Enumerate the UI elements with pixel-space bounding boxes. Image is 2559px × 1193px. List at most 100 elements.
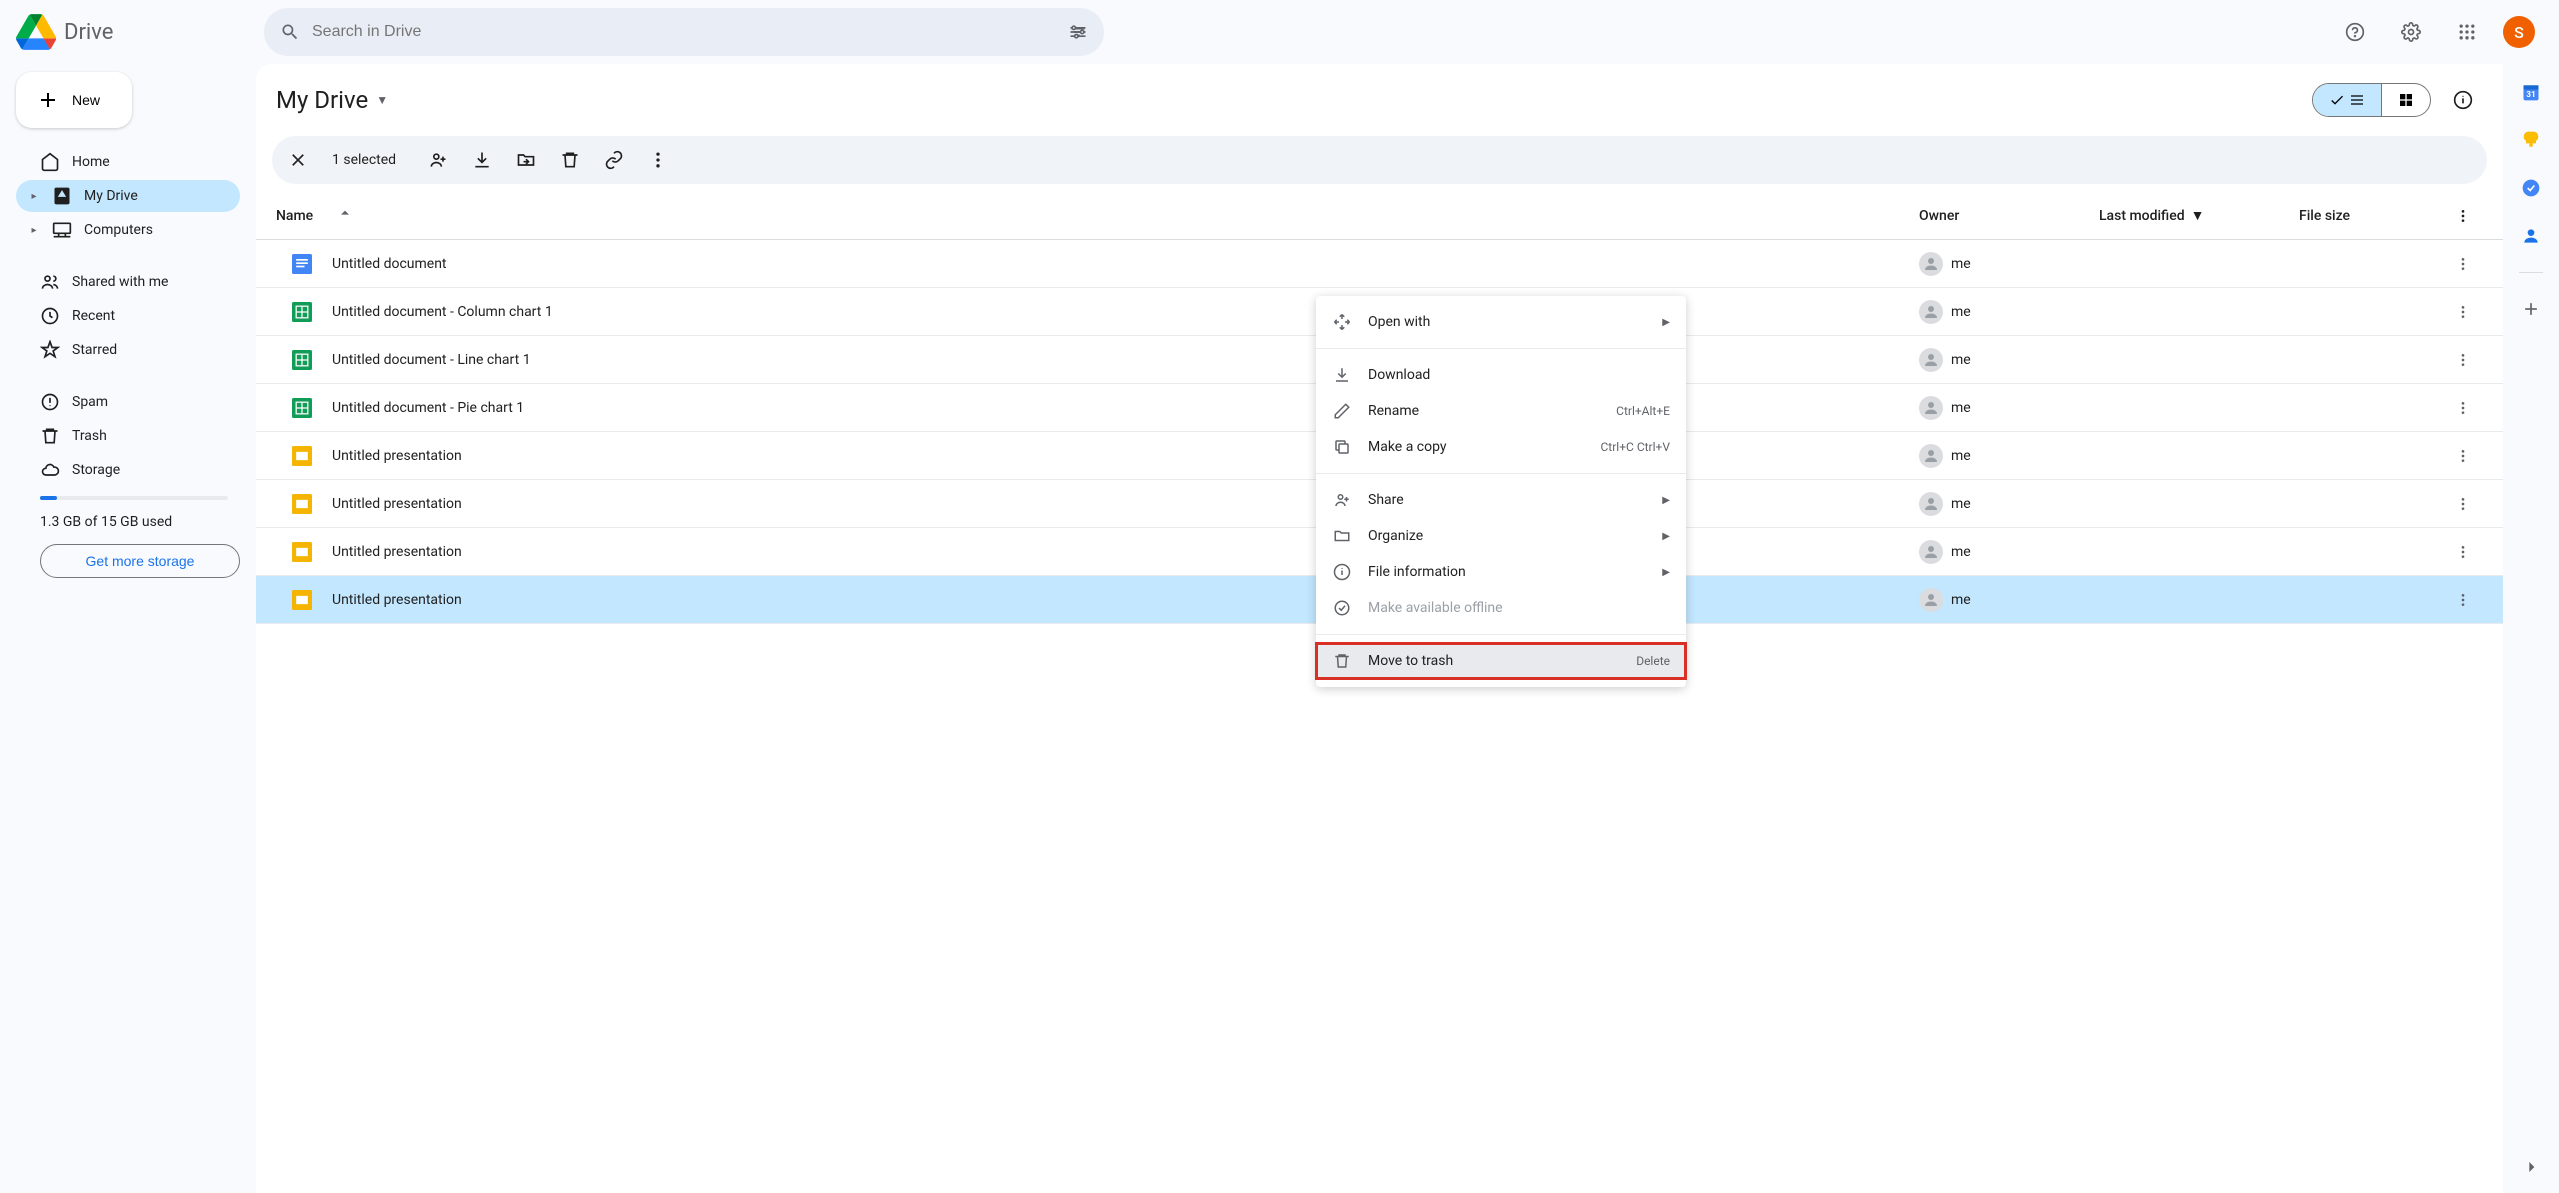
list-icon xyxy=(2349,92,2365,108)
sidebar-item-storage[interactable]: Storage xyxy=(16,454,240,486)
file-owner: me xyxy=(1919,492,2099,516)
owner-avatar-icon xyxy=(1919,540,1943,564)
link-icon xyxy=(604,150,624,170)
download-action-button[interactable] xyxy=(472,150,492,170)
tasks-panel-button[interactable] xyxy=(2519,176,2543,200)
check-icon xyxy=(2329,92,2345,108)
star-icon xyxy=(40,340,60,360)
more-vert-icon xyxy=(648,150,668,170)
side-panel: 31 xyxy=(2503,64,2559,1193)
person-add-icon xyxy=(428,150,448,170)
expand-icon[interactable]: ▸ xyxy=(28,225,40,236)
dropdown-icon: ▼ xyxy=(2191,207,2205,224)
file-type-icon xyxy=(292,350,316,370)
keep-icon xyxy=(2521,130,2541,150)
sidebar-item-mydrive[interactable]: ▸My Drive xyxy=(16,180,240,212)
get-storage-button[interactable]: Get more storage xyxy=(40,544,240,578)
file-more-button[interactable] xyxy=(2439,544,2487,560)
submenu-arrow-icon: ▶ xyxy=(1662,317,1670,328)
file-owner: me xyxy=(1919,348,2099,372)
sidebar-item-recent[interactable]: Recent xyxy=(16,300,240,332)
calendar-panel-button[interactable]: 31 xyxy=(2519,80,2543,104)
sort-arrow-icon[interactable] xyxy=(337,208,353,224)
contacts-icon xyxy=(2521,226,2541,246)
collapse-panel-button[interactable] xyxy=(2521,1157,2541,1177)
keep-panel-button[interactable] xyxy=(2519,128,2543,152)
search-bar[interactable] xyxy=(264,8,1104,56)
file-more-button[interactable] xyxy=(2439,304,2487,320)
file-owner: me xyxy=(1919,444,2099,468)
storage-bar xyxy=(40,496,228,500)
menu-trash[interactable]: Move to trashDelete xyxy=(1316,643,1686,679)
menu-share[interactable]: Share▶ xyxy=(1316,482,1686,518)
file-row[interactable]: Untitled documentme xyxy=(256,240,2503,288)
computers-icon xyxy=(52,220,72,240)
trash-action-button[interactable] xyxy=(560,150,580,170)
close-selection-button[interactable] xyxy=(288,150,308,170)
file-more-button[interactable] xyxy=(2439,496,2487,512)
sidebar-item-spam[interactable]: Spam xyxy=(16,386,240,418)
list-view-button[interactable] xyxy=(2313,84,2382,116)
col-more-header[interactable] xyxy=(2439,208,2487,224)
chevron-right-icon xyxy=(2521,1157,2541,1177)
share-action-button[interactable] xyxy=(428,150,448,170)
file-type-icon xyxy=(292,398,316,418)
file-type-icon xyxy=(292,590,316,610)
file-more-button[interactable] xyxy=(2439,352,2487,368)
new-button[interactable]: New xyxy=(16,72,132,128)
col-modified[interactable]: Last modified▼ xyxy=(2099,207,2299,224)
download-icon xyxy=(472,150,492,170)
col-name[interactable]: Name xyxy=(276,208,313,224)
sidebar-item-trash[interactable]: Trash xyxy=(16,420,240,452)
sidebar-item-starred[interactable]: Starred xyxy=(16,334,240,366)
account-avatar[interactable]: S xyxy=(2503,16,2535,48)
owner-avatar-icon xyxy=(1919,252,1943,276)
search-options-icon[interactable] xyxy=(1068,22,1088,42)
sidebar-item-shared[interactable]: Shared with me xyxy=(16,266,240,298)
file-more-button[interactable] xyxy=(2439,256,2487,272)
menu-file-info[interactable]: File information▶ xyxy=(1316,554,1686,590)
add-panel-button[interactable] xyxy=(2519,297,2543,321)
search-input[interactable] xyxy=(312,23,1056,41)
contacts-panel-button[interactable] xyxy=(2519,224,2543,248)
col-owner[interactable]: Owner xyxy=(1919,208,2099,224)
grid-icon xyxy=(2398,92,2414,108)
file-type-icon xyxy=(292,302,316,322)
col-size[interactable]: File size xyxy=(2299,208,2439,224)
view-toggle xyxy=(2312,83,2431,117)
owner-avatar-icon xyxy=(1919,300,1943,324)
info-button[interactable] xyxy=(2443,80,2483,120)
menu-download[interactable]: Download xyxy=(1316,357,1686,393)
apps-button[interactable] xyxy=(2447,12,2487,52)
more-action-button[interactable] xyxy=(648,150,668,170)
trash-icon xyxy=(560,150,580,170)
file-more-button[interactable] xyxy=(2439,400,2487,416)
file-more-button[interactable] xyxy=(2439,448,2487,464)
breadcrumb[interactable]: My Drive ▼ xyxy=(276,86,388,114)
file-type-icon xyxy=(292,446,316,466)
table-header: Name Owner Last modified▼ File size xyxy=(256,192,2503,240)
menu-rename[interactable]: RenameCtrl+Alt+E xyxy=(1316,393,1686,429)
sidebar-item-computers[interactable]: ▸Computers xyxy=(16,214,240,246)
settings-button[interactable] xyxy=(2391,12,2431,52)
shared-icon xyxy=(40,272,60,292)
grid-view-button[interactable] xyxy=(2382,84,2430,116)
file-owner: me xyxy=(1919,252,2099,276)
expand-icon[interactable]: ▸ xyxy=(28,191,40,202)
move-action-button[interactable] xyxy=(516,150,536,170)
menu-copy[interactable]: Make a copyCtrl+C Ctrl+V xyxy=(1316,429,1686,465)
help-button[interactable] xyxy=(2335,12,2375,52)
open-with-icon xyxy=(1333,313,1351,331)
link-action-button[interactable] xyxy=(604,150,624,170)
file-name: Untitled document xyxy=(332,256,1919,272)
logo[interactable]: Drive xyxy=(16,12,256,52)
caret-down-icon: ▼ xyxy=(376,93,388,107)
file-type-icon xyxy=(292,254,316,274)
file-more-button[interactable] xyxy=(2439,592,2487,608)
calendar-icon: 31 xyxy=(2521,82,2541,102)
owner-avatar-icon xyxy=(1919,588,1943,612)
breadcrumb-title: My Drive xyxy=(276,86,368,114)
sidebar-item-home[interactable]: Home xyxy=(16,146,240,178)
menu-organize[interactable]: Organize▶ xyxy=(1316,518,1686,554)
menu-open-with[interactable]: Open with▶ xyxy=(1316,304,1686,340)
